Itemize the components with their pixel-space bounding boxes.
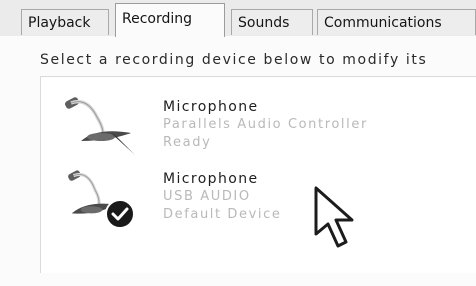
device-name: Microphone — [163, 171, 259, 187]
microphone-icon — [64, 97, 135, 155]
device-name: Microphone — [163, 99, 259, 115]
device-item[interactable]: Microphone Parallels Audio Controller Re… — [41, 81, 476, 155]
device-driver: Parallels Audio Controller — [163, 117, 368, 132]
device-list[interactable]: Microphone Parallels Audio Controller Re… — [40, 76, 476, 273]
tab-playback[interactable]: Playback — [21, 9, 109, 35]
device-driver: USB AUDIO — [163, 189, 251, 204]
device-status: Default Device — [163, 207, 282, 222]
device-status: Ready — [163, 135, 212, 150]
checkmark-icon — [105, 199, 135, 229]
mouse-pointer-icon — [314, 186, 354, 248]
tab-recording[interactable]: Recording — [115, 3, 225, 37]
tab-communications[interactable]: Communications — [317, 9, 476, 35]
tab-sounds[interactable]: Sounds — [231, 9, 313, 35]
tab-bar: Playback Recording Sounds Communications — [0, 0, 476, 37]
instruction-text: Select a recording device below to modif… — [40, 52, 428, 68]
